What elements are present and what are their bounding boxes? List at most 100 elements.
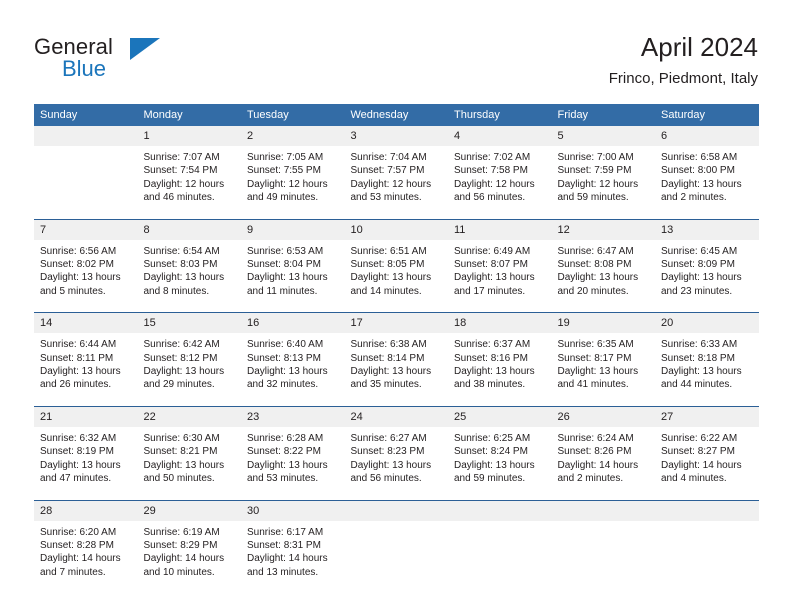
day-cell[interactable]: Sunrise: 6:44 AM Sunset: 8:11 PM Daylight:…	[34, 333, 138, 407]
day-cell[interactable]: Sunrise: 6:30 AM Sunset: 8:21 PM Daylight:…	[137, 426, 241, 500]
brand-name-blue: Blue	[62, 56, 107, 81]
day-number-cell[interactable]: 14	[34, 312, 138, 334]
day-number-cell[interactable]: 19	[551, 312, 655, 334]
day-sunset-text: Sunset: 8:22 PM	[247, 446, 321, 458]
day-number-cell[interactable]: 21	[34, 405, 138, 427]
day-number-cell[interactable]: 16	[241, 312, 345, 334]
day-cell[interactable]: Sunrise: 6:49 AM Sunset: 8:07 PM Daylight:…	[448, 239, 552, 313]
day-number-cell[interactable]: 4	[448, 126, 552, 146]
day-daylight-text: Daylight: 13 hours	[557, 366, 639, 378]
day-cell[interactable]: Sunrise: 7:07 AM Sunset: 7:54 PM Daylight:…	[137, 146, 241, 220]
day-cell[interactable]: Sunrise: 6:17 AM Sunset: 8:31 PM Daylight:…	[241, 520, 345, 594]
day-cell[interactable]: Sunrise: 6:51 AM Sunset: 8:05 PM Daylight:…	[344, 239, 448, 313]
day-cell-empty	[34, 146, 138, 220]
day-number-cell[interactable]: 6	[655, 126, 759, 146]
day-sunrise-text: Sunrise: 7:04 AM	[350, 152, 427, 163]
day-number-cell[interactable]: 10	[344, 218, 448, 240]
day-sunrise-text: Sunrise: 6:35 AM	[557, 339, 634, 351]
day-sunset-text: Sunset: 8:04 PM	[247, 259, 321, 271]
day-cell[interactable]: Sunrise: 6:25 AM Sunset: 8:24 PM Daylight:…	[448, 426, 552, 500]
day-cell[interactable]: Sunrise: 6:56 AM Sunset: 8:02 PM Daylight:…	[34, 239, 138, 313]
day-cell[interactable]: Sunrise: 6:53 AM Sunset: 8:04 PM Daylight:…	[241, 239, 345, 313]
day-daylight-text: and 44 minutes.	[661, 379, 733, 391]
day-sunrise-text: Sunrise: 7:07 AM	[143, 152, 220, 163]
day-cell[interactable]: Sunrise: 6:24 AM Sunset: 8:26 PM Daylight:…	[551, 426, 655, 500]
day-number-cell[interactable]: 8	[137, 218, 241, 240]
weekday-header-tuesday: Tuesday	[241, 104, 345, 126]
day-sunrise-text: Sunrise: 6:53 AM	[247, 245, 324, 257]
day-number-cell[interactable]: 15	[137, 312, 241, 334]
day-number-cell[interactable]: 23	[241, 405, 345, 427]
day-sunrise-text: Sunrise: 6:45 AM	[661, 245, 738, 257]
day-number-cell[interactable]: 11	[448, 218, 552, 240]
day-cell[interactable]: Sunrise: 6:38 AM Sunset: 8:14 PM Daylight:…	[344, 333, 448, 407]
brand-logo[interactable]: General Blue	[34, 34, 184, 90]
day-daylight-text: and 49 minutes.	[247, 192, 319, 204]
page-title: April 2024	[640, 32, 758, 62]
day-daylight-text: Daylight: 13 hours	[40, 272, 121, 284]
day-number-cell[interactable]: 9	[241, 218, 345, 240]
day-number-cell[interactable]: 12	[551, 218, 655, 240]
day-daylight-text: and 2 minutes.	[661, 192, 727, 204]
day-number-cell[interactable]: 17	[344, 312, 448, 334]
weekday-header-friday: Friday	[551, 104, 655, 126]
day-daylight-text: and 14 minutes.	[350, 285, 422, 297]
day-daylight-text: Daylight: 12 hours	[143, 178, 225, 190]
day-sunrise-text: Sunrise: 6:38 AM	[350, 339, 427, 351]
day-number-cell[interactable]: 22	[137, 405, 241, 427]
day-number-cell[interactable]: 3	[344, 126, 448, 146]
day-number-cell[interactable]: 7	[34, 218, 138, 240]
day-cell[interactable]: Sunrise: 7:00 AM Sunset: 7:59 PM Daylight:…	[551, 146, 655, 220]
day-number-cell[interactable]: 1	[137, 126, 241, 146]
day-number-cell[interactable]: 28	[34, 499, 138, 521]
day-number-cell[interactable]: 30	[241, 499, 345, 521]
day-number-cell[interactable]: 24	[344, 405, 448, 427]
day-daylight-text: and 53 minutes.	[350, 192, 422, 204]
day-sunset-text: Sunset: 8:19 PM	[40, 446, 114, 458]
day-number-cell[interactable]: 5	[551, 126, 655, 146]
day-cell[interactable]: Sunrise: 6:40 AM Sunset: 8:13 PM Daylight:…	[241, 333, 345, 407]
day-cell[interactable]: Sunrise: 7:05 AM Sunset: 7:55 PM Daylight:…	[241, 146, 345, 220]
day-cell[interactable]: Sunrise: 6:58 AM Sunset: 8:00 PM Daylight:…	[655, 146, 759, 220]
day-cell[interactable]: Sunrise: 6:28 AM Sunset: 8:22 PM Daylight:…	[241, 426, 345, 500]
day-cell[interactable]: Sunrise: 6:20 AM Sunset: 8:28 PM Daylight:…	[34, 520, 138, 594]
day-daylight-text: Daylight: 14 hours	[557, 459, 639, 471]
day-daylight-text: Daylight: 14 hours	[661, 459, 742, 471]
day-cell[interactable]: Sunrise: 7:04 AM Sunset: 7:57 PM Daylight:…	[344, 146, 448, 220]
day-number-cell[interactable]: 2	[241, 126, 345, 146]
day-number-cell[interactable]: 29	[137, 499, 241, 521]
day-cell[interactable]: Sunrise: 6:45 AM Sunset: 8:09 PM Daylight:…	[655, 239, 759, 313]
day-daylight-text: and 20 minutes.	[557, 285, 629, 297]
day-number-cell-empty	[551, 499, 655, 521]
day-sunset-text: Sunset: 8:24 PM	[454, 446, 528, 458]
day-number-cell[interactable]: 20	[655, 312, 759, 334]
day-cell[interactable]: Sunrise: 6:33 AM Sunset: 8:18 PM Daylight:…	[655, 333, 759, 407]
day-number-cell-empty	[448, 499, 552, 521]
day-daylight-text: and 56 minutes.	[350, 473, 422, 485]
day-cell[interactable]: Sunrise: 6:37 AM Sunset: 8:16 PM Daylight:…	[448, 333, 552, 407]
day-cell[interactable]: Sunrise: 6:19 AM Sunset: 8:29 PM Daylight:…	[137, 520, 241, 594]
day-sunset-text: Sunset: 8:27 PM	[661, 446, 735, 458]
day-sunset-text: Sunset: 8:13 PM	[247, 352, 321, 364]
day-cell[interactable]: Sunrise: 6:27 AM Sunset: 8:23 PM Daylight:…	[344, 426, 448, 500]
day-daylight-text: and 35 minutes.	[350, 379, 422, 391]
day-sunrise-text: Sunrise: 6:37 AM	[454, 339, 531, 351]
day-sunrise-text: Sunrise: 6:56 AM	[40, 245, 117, 257]
day-cell[interactable]: Sunrise: 6:54 AM Sunset: 8:03 PM Daylight:…	[137, 239, 241, 313]
weekday-header-wednesday: Wednesday	[344, 104, 448, 126]
day-number-cell[interactable]: 13	[655, 218, 759, 240]
day-cell[interactable]: Sunrise: 6:22 AM Sunset: 8:27 PM Daylight:…	[655, 426, 759, 500]
day-cell[interactable]: Sunrise: 6:32 AM Sunset: 8:19 PM Daylight:…	[34, 426, 138, 500]
day-number-cell[interactable]: 26	[551, 405, 655, 427]
day-cell[interactable]: Sunrise: 7:02 AM Sunset: 7:58 PM Daylight:…	[448, 146, 552, 220]
day-daylight-text: Daylight: 12 hours	[454, 178, 535, 190]
day-cell[interactable]: Sunrise: 6:35 AM Sunset: 8:17 PM Daylight:…	[551, 333, 655, 407]
day-cell[interactable]: Sunrise: 6:47 AM Sunset: 8:08 PM Daylight:…	[551, 239, 655, 313]
day-number-cell[interactable]: 27	[655, 405, 759, 427]
day-sunrise-text: Sunrise: 6:40 AM	[247, 339, 324, 351]
day-cell[interactable]: Sunrise: 6:42 AM Sunset: 8:12 PM Daylight:…	[137, 333, 241, 407]
day-number-cell[interactable]: 18	[448, 312, 552, 334]
day-daylight-text: Daylight: 13 hours	[350, 459, 432, 471]
day-number-cell[interactable]: 25	[448, 405, 552, 427]
day-sunrise-text: Sunrise: 6:22 AM	[661, 432, 738, 444]
